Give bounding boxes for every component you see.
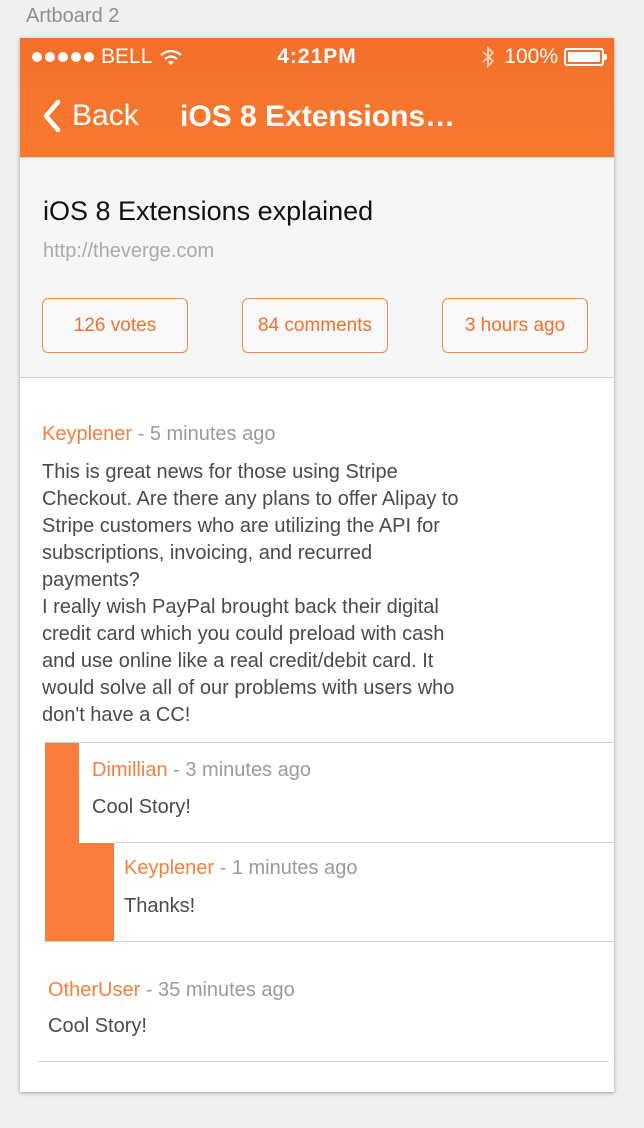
bluetooth-icon [482, 46, 495, 68]
nav-row: Back iOS 8 Extensions… [20, 96, 614, 146]
comment-username[interactable]: Dimillian [92, 759, 168, 781]
comments-button[interactable]: 84 comments [242, 298, 388, 353]
comment-time: - 3 minutes ago [167, 759, 311, 781]
comment-header: Keyplener - 5 minutes ago [42, 423, 275, 446]
artboard-label: Artboard 2 [26, 5, 120, 27]
comment-username[interactable]: Keyplener [42, 423, 132, 445]
status-bar: BELL 4:21PM 100% [20, 38, 614, 78]
battery-icon [564, 48, 607, 66]
nav-title: iOS 8 Extensions… [180, 100, 456, 133]
comment-header: Dimillian - 3 minutes ago [92, 759, 311, 782]
story-header: iOS 8 Extensions explained http://thever… [20, 157, 614, 378]
comment-body: This is great news for those using Strip… [42, 461, 459, 726]
comment-username[interactable]: Keyplener [124, 857, 214, 879]
story-url[interactable]: http://theverge.com [43, 240, 214, 263]
back-button-label: Back [72, 99, 139, 132]
navigation-bar: BELL 4:21PM 100% Back iOS 8 Extensions… [20, 38, 614, 157]
back-button[interactable]: Back [38, 96, 139, 136]
thread-indicator-level-1 [45, 743, 79, 942]
comment-time: - 1 minutes ago [214, 857, 358, 879]
chevron-left-icon [43, 99, 61, 133]
story-title: iOS 8 Extensions explained [43, 196, 374, 226]
votes-button[interactable]: 126 votes [42, 298, 188, 353]
battery-percentage: 100% [504, 45, 558, 68]
divider [114, 842, 614, 843]
divider [45, 941, 614, 942]
comment-header: OtherUser - 35 minutes ago [48, 979, 295, 1002]
time-button[interactable]: 3 hours ago [442, 298, 588, 353]
status-right: 100% [482, 45, 607, 69]
comment-time: - 5 minutes ago [132, 423, 276, 445]
thread-indicator-level-2 [79, 843, 114, 942]
divider [45, 742, 614, 743]
divider [38, 1061, 609, 1062]
comment-body: Cool Story! [92, 796, 191, 818]
comment-body: Cool Story! [48, 1015, 147, 1037]
phone-screen: BELL 4:21PM 100% Back iOS 8 Extensions… … [20, 38, 614, 1092]
comment-time: - 35 minutes ago [140, 979, 295, 1001]
comment-username[interactable]: OtherUser [48, 979, 140, 1001]
comment-header: Keyplener - 1 minutes ago [124, 857, 357, 880]
comment-body: Thanks! [124, 895, 196, 917]
